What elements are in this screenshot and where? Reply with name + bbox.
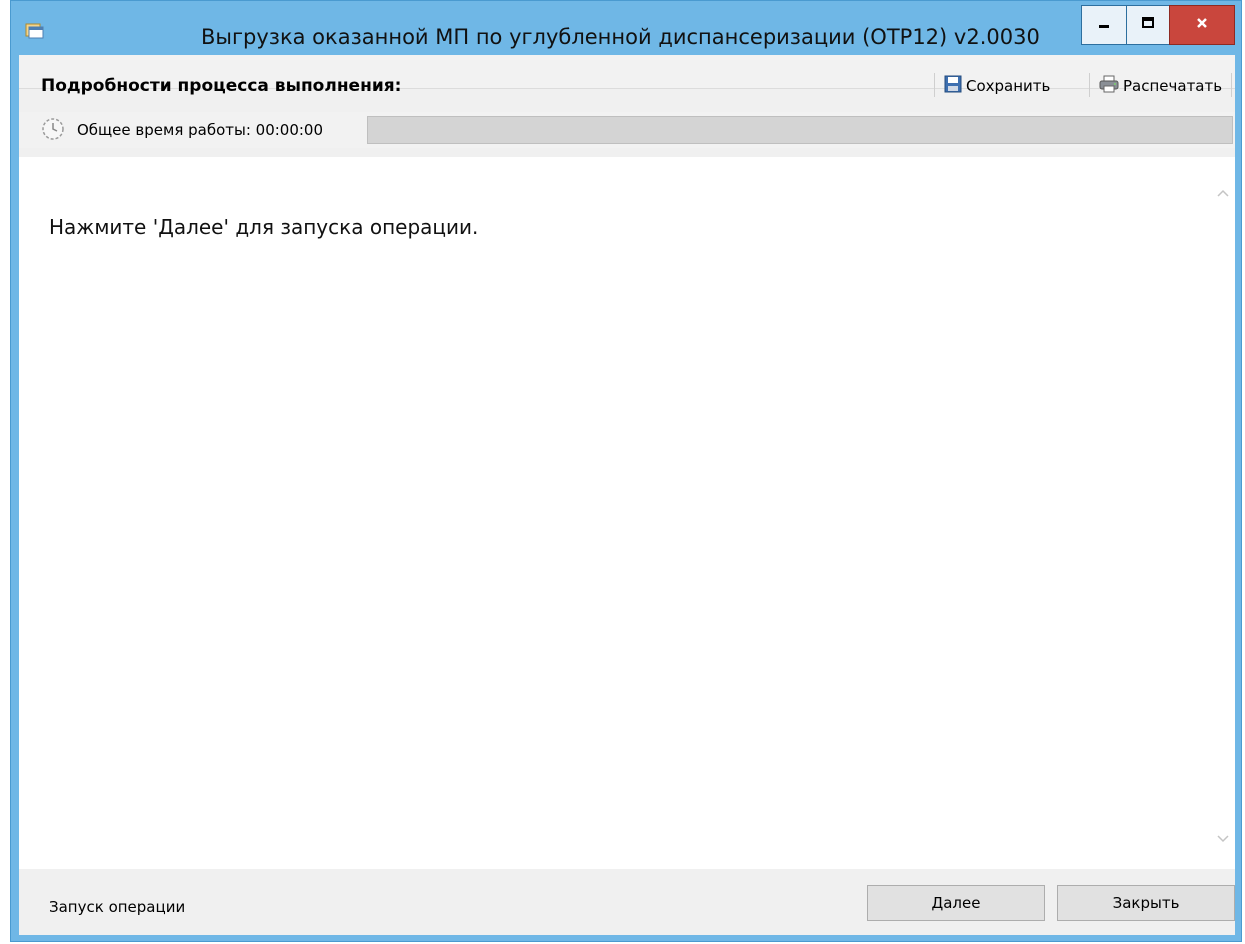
log-output-area[interactable]: Нажмите 'Далее' для запуска операции. (19, 157, 1235, 869)
title-bar[interactable]: Выгрузка оказанной МП по углубленной дис… (11, 1, 1241, 57)
scroll-up-icon[interactable] (1215, 185, 1231, 201)
status-text: Запуск операции (49, 898, 186, 916)
toolbar-separator (1089, 73, 1090, 97)
close-button[interactable]: Закрыть (1057, 885, 1235, 921)
minimize-icon (1096, 15, 1112, 36)
toolbar-title: Подробности процесса выполнения: (41, 76, 402, 96)
maximize-button[interactable] (1126, 5, 1170, 45)
progress-bar (367, 116, 1233, 144)
app-window: Выгрузка оказанной МП по углубленной дис… (10, 0, 1242, 942)
close-window-button[interactable] (1169, 5, 1235, 45)
elapsed-time-label: Общее время работы: 00:00:00 (77, 121, 324, 139)
footer-bar: Запуск операции Далее Закрыть (19, 869, 1235, 935)
clock-icon (41, 117, 65, 141)
instruction-message: Нажмите 'Далее' для запуска операции. (49, 215, 479, 239)
scroll-down-icon[interactable] (1215, 831, 1231, 847)
elapsed-time-bar: Общее время работы: 00:00:00 (19, 112, 1235, 148)
next-button[interactable]: Далее (867, 885, 1045, 921)
print-button[interactable]: Распечатать (1099, 73, 1222, 99)
save-button-label: Сохранить (966, 77, 1051, 95)
floppy-disk-icon (944, 75, 962, 97)
app-window-icon (25, 21, 45, 39)
maximize-icon (1140, 15, 1156, 36)
minimize-button[interactable] (1081, 5, 1127, 45)
window-client-area: Подробности процесса выполнения: Сохрани… (19, 55, 1235, 935)
toolbar-separator (1231, 73, 1232, 97)
save-button[interactable]: Сохранить (944, 73, 1050, 99)
print-button-label: Распечатать (1123, 77, 1223, 95)
window-title: Выгрузка оказанной МП по углубленной дис… (201, 25, 1040, 49)
printer-icon (1099, 75, 1119, 97)
close-icon (1194, 15, 1210, 36)
toolbar: Подробности процесса выполнения: Сохрани… (19, 55, 1235, 97)
toolbar-separator (934, 73, 935, 97)
